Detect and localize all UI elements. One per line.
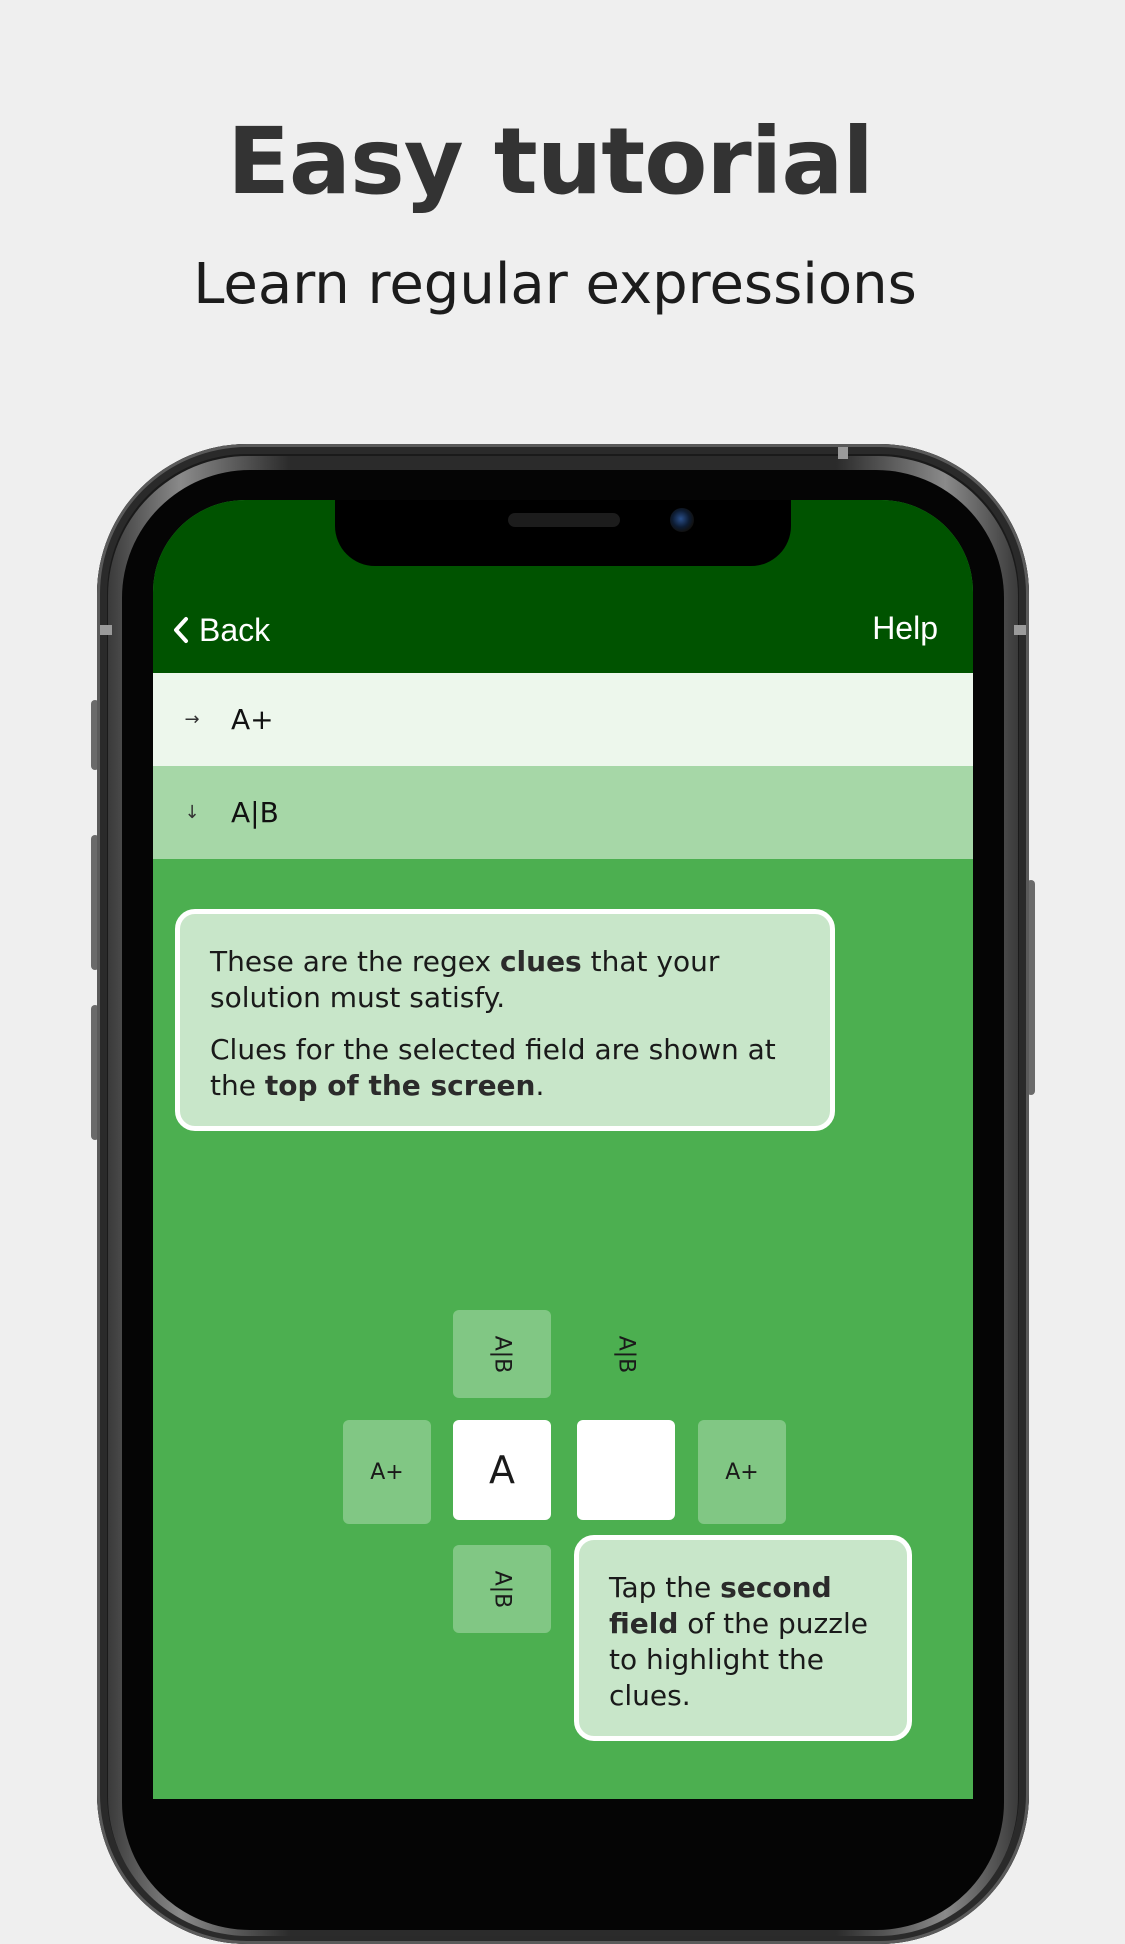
- column-hint-top-1: A|B: [453, 1310, 551, 1398]
- back-button-label: Back: [199, 611, 271, 648]
- speaker-grille: [508, 513, 620, 527]
- column-hint-bottom-1: A|B: [453, 1545, 551, 1633]
- tip-emphasis: top of the screen: [264, 1069, 536, 1102]
- tutorial-tip-tap-field: Tap the second field of the puzzle to hi…: [574, 1535, 912, 1741]
- chevron-left-icon: [174, 617, 188, 643]
- back-button[interactable]: Back: [173, 610, 270, 650]
- tip-emphasis: clues: [499, 945, 582, 978]
- tutorial-tip-clues: These are the regex clues that your solu…: [175, 909, 835, 1131]
- row-hint-left: A+: [343, 1420, 431, 1524]
- headline: Easy tutorial: [227, 108, 874, 215]
- help-button[interactable]: Help: [872, 610, 938, 647]
- subheadline: Learn regular expressions: [193, 252, 917, 317]
- front-camera: [670, 508, 694, 532]
- phone-screen: Back Help → A+ ↓ A|B These are the regex…: [153, 500, 973, 1799]
- hint-text: A|B: [489, 1570, 515, 1608]
- hint-text: A|B: [613, 1335, 639, 1373]
- antenna-band: [1014, 625, 1026, 635]
- arrow-right-icon: →: [184, 709, 200, 730]
- tip-paragraph: These are the regex clues that your solu…: [210, 944, 800, 1016]
- across-clue-row: → A+: [153, 673, 973, 766]
- tip-text: Tap the: [609, 1571, 721, 1604]
- tip-text: These are the regex: [210, 945, 500, 978]
- across-clue-text: A+: [231, 703, 274, 736]
- down-clue-text: A|B: [231, 796, 279, 829]
- arrow-down-icon: ↓: [184, 802, 200, 823]
- antenna-band: [838, 447, 848, 459]
- hint-text: A|B: [489, 1335, 515, 1373]
- row-hint-right: A+: [698, 1420, 786, 1524]
- puzzle-cell-1[interactable]: A: [453, 1420, 551, 1520]
- phone-notch: [335, 500, 791, 566]
- puzzle-cell-2[interactable]: [577, 1420, 675, 1520]
- tip-paragraph: Tap the second field of the puzzle to hi…: [609, 1570, 877, 1714]
- antenna-band: [100, 625, 112, 635]
- column-hint-top-2: A|B: [577, 1310, 675, 1398]
- down-clue-row: ↓ A|B: [153, 766, 973, 859]
- tip-paragraph: Clues for the selected field are shown a…: [210, 1032, 800, 1104]
- tip-text: .: [535, 1069, 545, 1102]
